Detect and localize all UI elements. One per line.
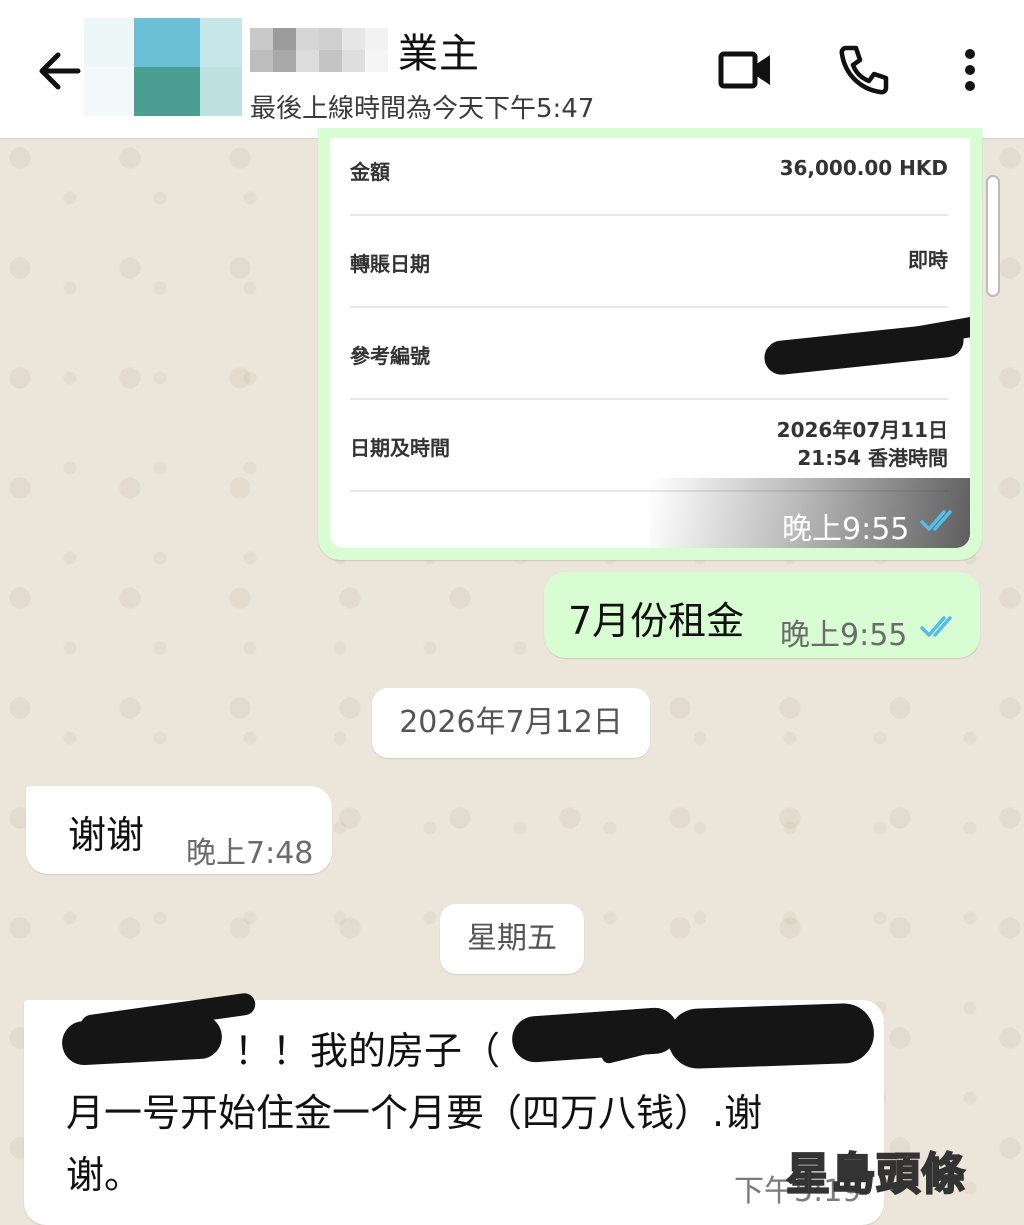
receipt-label: 轉賬日期 bbox=[350, 252, 430, 276]
receipt-label: 參考編號 bbox=[350, 344, 430, 368]
incoming-message-bubble[interactable]: 谢谢 晚上7:48 bbox=[26, 786, 332, 874]
contact-name: 業主 bbox=[398, 31, 480, 77]
receipt-value: 36,000.00 HKD bbox=[779, 156, 948, 180]
receipt-label: 金額 bbox=[350, 160, 390, 184]
back-arrow-icon[interactable] bbox=[34, 45, 86, 97]
receipt-value-date: 2026年07月11日 bbox=[776, 418, 948, 442]
phone-icon[interactable] bbox=[834, 40, 894, 100]
double-check-icon bbox=[920, 510, 952, 531]
receipt-image[interactable]: 金額 36,000.00 HKD 轉賬日期 即時 參考編號 日期及時間 2026… bbox=[330, 138, 970, 548]
more-vert-icon[interactable] bbox=[940, 40, 1000, 100]
receipt-value: 即時 bbox=[908, 248, 948, 272]
double-check-icon bbox=[920, 616, 952, 637]
date-divider: 星期五 bbox=[440, 904, 584, 974]
message-text: 谢谢 bbox=[68, 813, 145, 857]
scrollbar[interactable] bbox=[986, 175, 1000, 297]
receipt-row-reference: 參考編號 bbox=[350, 308, 970, 400]
video-call-icon[interactable] bbox=[716, 40, 776, 100]
message-time: 晚上7:48 bbox=[186, 836, 314, 871]
message-line: 月一号开始住金一个月要（四万八钱）.谢 bbox=[66, 1091, 763, 1135]
avatar[interactable] bbox=[84, 18, 242, 116]
receipt-value-time: 21:54 香港時間 bbox=[797, 446, 948, 470]
receipt-row-transfer-date: 轉賬日期 即時 bbox=[350, 216, 948, 308]
receipt-row-amount: 金額 36,000.00 HKD bbox=[350, 138, 948, 216]
outgoing-message-bubble[interactable]: 7月份租金 晚上9:55 bbox=[544, 572, 980, 658]
name-mosaic bbox=[250, 28, 388, 72]
chat-header: 業主 最後上線時間為今天下午5:47 bbox=[0, 0, 1024, 138]
contact-title[interactable]: 業主 bbox=[250, 24, 480, 77]
message-time: 晚上9:55 bbox=[780, 618, 908, 653]
message-text: 7月份租金 bbox=[568, 599, 745, 643]
watermark-logo: 星島頭條 bbox=[785, 1148, 966, 1201]
last-seen-status: 最後上線時間為今天下午5:47 bbox=[250, 94, 595, 124]
message-time: 晚上9:55 bbox=[782, 512, 910, 547]
date-divider: 2026年7月12日 bbox=[372, 688, 650, 758]
receipt-label: 日期及時間 bbox=[350, 436, 450, 460]
